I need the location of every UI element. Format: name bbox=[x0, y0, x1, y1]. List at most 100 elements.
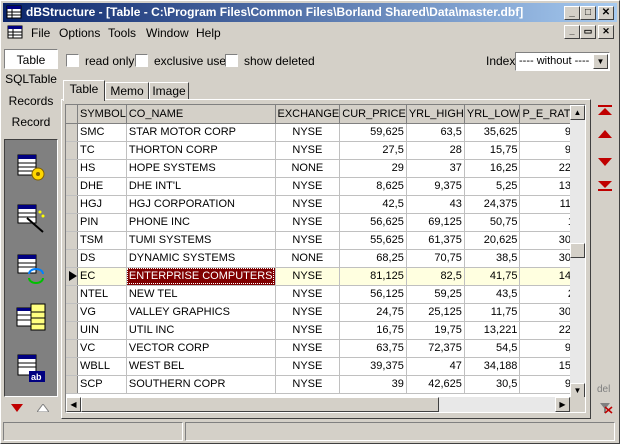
first-record-icon[interactable] bbox=[598, 105, 612, 115]
cell-symbol[interactable]: NTEL bbox=[77, 285, 127, 304]
table-row[interactable]: SCPSOUTHERN COPRNYSE3942,62530,59,8 bbox=[66, 375, 585, 394]
menu-help[interactable]: Help bbox=[196, 26, 221, 40]
cell-cur-price[interactable]: 16,75 bbox=[339, 321, 407, 340]
row-indicator[interactable] bbox=[66, 141, 78, 160]
cell-co-name[interactable]: THORTON CORP bbox=[126, 141, 276, 160]
cell-yrl-high[interactable]: 28 bbox=[406, 141, 465, 160]
chevron-down-icon[interactable]: ▼ bbox=[593, 54, 608, 69]
column-header-co-name[interactable]: CO_NAME bbox=[126, 105, 276, 124]
table-compare-icon[interactable] bbox=[15, 302, 47, 334]
cell-yrl-low[interactable]: 16,25 bbox=[464, 159, 521, 178]
cell-cur-price[interactable]: 81,125 bbox=[339, 267, 407, 286]
column-header-cur-price[interactable]: CUR_PRICE bbox=[339, 105, 407, 124]
cell-symbol[interactable]: TC bbox=[77, 141, 127, 160]
cell-cur-price[interactable]: 59,625 bbox=[339, 123, 407, 142]
minimize-button[interactable]: _ bbox=[564, 6, 580, 20]
triangle-down-icon[interactable] bbox=[11, 404, 23, 412]
vertical-scrollbar[interactable]: ▲ ▼ bbox=[570, 105, 585, 398]
cell-exchange[interactable]: NYSE bbox=[275, 375, 341, 394]
data-grid[interactable]: SYMBOL CO_NAME EXCHANGE CUR_PRICE YRL_HIGH YR… bbox=[65, 104, 586, 413]
cell-yrl-low[interactable]: 50,75 bbox=[464, 213, 521, 232]
cell-yrl-low[interactable]: 41,75 bbox=[464, 267, 521, 286]
cell-symbol[interactable]: EC bbox=[77, 267, 127, 286]
cell-co-name[interactable]: SOUTHERN COPR bbox=[126, 375, 276, 394]
cell-yrl-high[interactable]: 37 bbox=[406, 159, 465, 178]
table-row[interactable]: TSMTUMI SYSTEMSNYSE55,62561,37520,62530,… bbox=[66, 231, 585, 250]
table-row[interactable]: EC ENTERPRISE COMPUTERS NYSE 81,125 82,5 41,7… bbox=[66, 267, 585, 286]
cell-yrl-high[interactable]: 82,5 bbox=[406, 267, 465, 286]
cell-co-name[interactable]: HOPE SYSTEMS bbox=[126, 159, 276, 178]
prior-record-icon[interactable] bbox=[598, 129, 612, 139]
cell-symbol[interactable]: SCP bbox=[77, 375, 127, 394]
cell-yrl-high[interactable]: 43 bbox=[406, 195, 465, 214]
cell-symbol[interactable]: VC bbox=[77, 339, 127, 358]
table-row[interactable]: VCVECTOR CORPNYSE63,7572,37554,59,4 bbox=[66, 339, 585, 358]
cell-cur-price[interactable]: 63,75 bbox=[339, 339, 407, 358]
table-row[interactable]: DHEDHE INT'LNYSE8,6259,3755,2513,2 bbox=[66, 177, 585, 196]
cell-co-name[interactable]: HGJ CORPORATION bbox=[126, 195, 276, 214]
cell-co-name[interactable]: DYNAMIC SYSTEMS bbox=[126, 249, 276, 268]
table-row[interactable]: PINPHONE INCNYSE56,62569,12550,7510 bbox=[66, 213, 585, 232]
scroll-right-icon[interactable]: ▶ bbox=[555, 397, 570, 412]
cell-cur-price[interactable]: 29 bbox=[339, 159, 407, 178]
row-indicator[interactable] bbox=[66, 249, 78, 268]
cell-yrl-high[interactable]: 42,625 bbox=[406, 375, 465, 394]
cell-cur-price[interactable]: 42,5 bbox=[339, 195, 407, 214]
menu-tools[interactable]: Tools bbox=[108, 26, 136, 40]
column-header-yrl-high[interactable]: YRL_HIGH bbox=[406, 105, 465, 124]
table-magic-wand-icon[interactable] bbox=[15, 202, 47, 234]
next-record-icon[interactable] bbox=[598, 157, 612, 167]
cell-yrl-high[interactable]: 59,25 bbox=[406, 285, 465, 304]
row-indicator[interactable] bbox=[66, 177, 78, 196]
mdi-restore-button[interactable]: ▭ bbox=[580, 25, 596, 39]
cell-co-name[interactable]: PHONE INC bbox=[126, 213, 276, 232]
tab-image[interactable]: Image bbox=[149, 82, 189, 100]
row-indicator[interactable] bbox=[66, 375, 78, 394]
cell-symbol[interactable]: TSM bbox=[77, 231, 127, 250]
cell-yrl-high[interactable]: 61,375 bbox=[406, 231, 465, 250]
row-indicator[interactable] bbox=[66, 213, 78, 232]
menu-file[interactable]: File bbox=[31, 26, 50, 40]
title-bar[interactable]: dBStructure - [Table - C:\Program Files\… bbox=[3, 3, 617, 22]
table-row[interactable]: HSHOPE SYSTEMSNONE293716,2522,3 bbox=[66, 159, 585, 178]
cell-exchange[interactable]: NYSE bbox=[275, 339, 341, 358]
row-indicator[interactable] bbox=[66, 267, 78, 286]
cell-yrl-low[interactable]: 20,625 bbox=[464, 231, 521, 250]
table-settings-icon[interactable] bbox=[15, 152, 47, 184]
delete-filter-icon[interactable] bbox=[599, 402, 613, 414]
cell-yrl-low[interactable]: 15,75 bbox=[464, 141, 521, 160]
cell-exchange[interactable]: NYSE bbox=[275, 357, 341, 376]
cell-yrl-high[interactable]: 19,75 bbox=[406, 321, 465, 340]
vertical-scroll-thumb[interactable] bbox=[570, 243, 585, 258]
document-icon[interactable] bbox=[7, 25, 23, 39]
cell-yrl-low[interactable]: 38,5 bbox=[464, 249, 521, 268]
cell-symbol[interactable]: DS bbox=[77, 249, 127, 268]
cell-co-name[interactable]: VECTOR CORP bbox=[126, 339, 276, 358]
cell-yrl-low[interactable]: 35,625 bbox=[464, 123, 521, 142]
nav-table[interactable]: Table bbox=[4, 49, 58, 69]
cell-yrl-high[interactable]: 47 bbox=[406, 357, 465, 376]
triangle-up-icon[interactable] bbox=[37, 404, 49, 412]
cell-co-name[interactable]: ENTERPRISE COMPUTERS bbox=[126, 267, 276, 286]
cell-cur-price[interactable]: 55,625 bbox=[339, 231, 407, 250]
row-indicator[interactable] bbox=[66, 159, 78, 178]
cell-symbol[interactable]: HS bbox=[77, 159, 127, 178]
cell-yrl-high[interactable]: 69,125 bbox=[406, 213, 465, 232]
cell-symbol[interactable]: UIN bbox=[77, 321, 127, 340]
cell-symbol[interactable]: DHE bbox=[77, 177, 127, 196]
mdi-minimize-button[interactable]: _ bbox=[564, 25, 580, 39]
cell-yrl-high[interactable]: 72,375 bbox=[406, 339, 465, 358]
cell-exchange[interactable]: NYSE bbox=[275, 231, 341, 250]
cell-cur-price[interactable]: 68,25 bbox=[339, 249, 407, 268]
cell-exchange[interactable]: NYSE bbox=[275, 321, 341, 340]
cell-yrl-low[interactable]: 54,5 bbox=[464, 339, 521, 358]
cell-exchange[interactable]: NYSE bbox=[275, 303, 341, 322]
scroll-up-icon[interactable]: ▲ bbox=[570, 105, 585, 120]
mdi-close-button[interactable]: ✕ bbox=[598, 25, 614, 39]
maximize-button[interactable]: □ bbox=[580, 6, 596, 20]
cell-co-name[interactable]: TUMI SYSTEMS bbox=[126, 231, 276, 250]
table-row[interactable]: UINUTIL INCNYSE16,7519,7513,22122,3 bbox=[66, 321, 585, 340]
cell-cur-price[interactable]: 24,75 bbox=[339, 303, 407, 322]
read-only-checkbox[interactable] bbox=[66, 54, 79, 67]
scroll-down-icon[interactable]: ▼ bbox=[570, 383, 585, 398]
